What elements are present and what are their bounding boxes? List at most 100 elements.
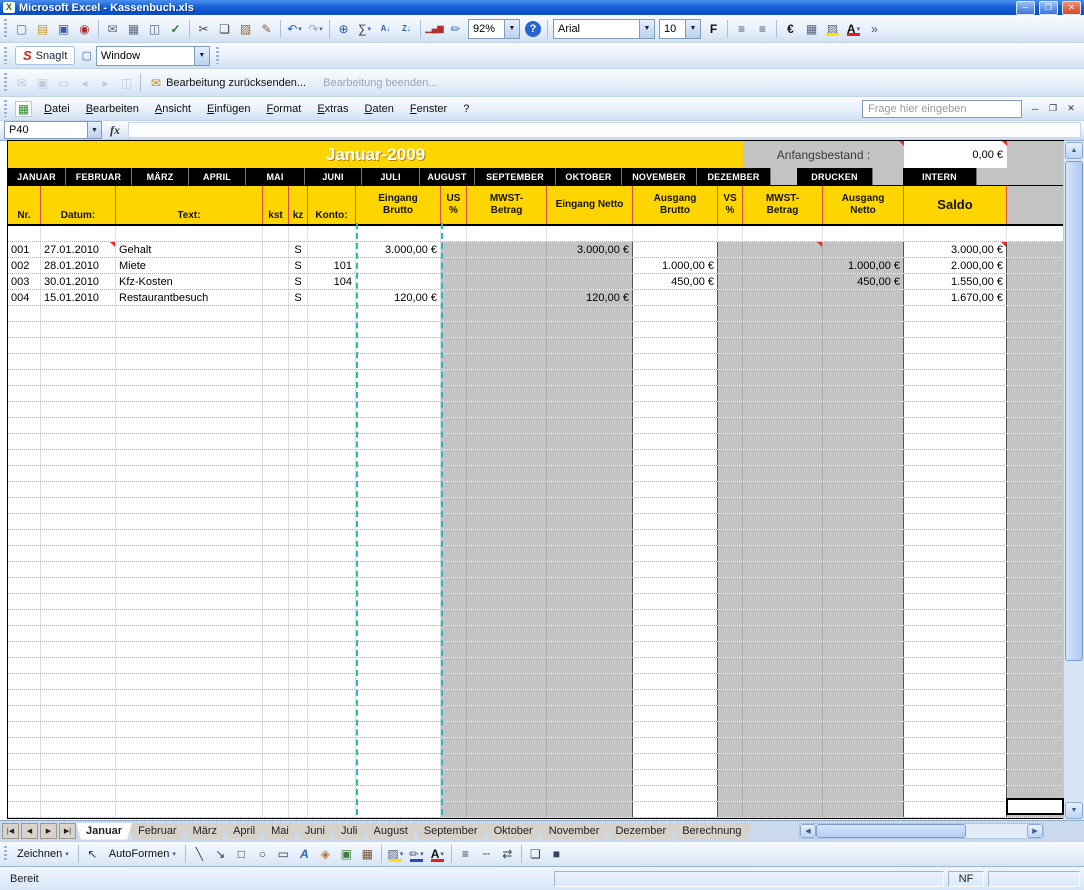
cell-kst[interactable] [263,722,289,737]
cell-aus_netto[interactable] [823,610,904,625]
menu-bearbeiten[interactable]: Bearbeiten [78,100,147,118]
cell-mwst2[interactable] [743,466,823,481]
cell-aus_brutto[interactable]: 450,00 € [633,274,718,289]
month-button-juni[interactable]: JUNI [305,168,362,185]
cell-mwst1[interactable] [467,786,547,801]
cell-mwst1[interactable] [467,802,547,817]
cell-datum[interactable] [41,626,116,641]
cell-ein_brutto[interactable] [356,770,441,785]
cell-datum[interactable] [41,642,116,657]
cell-ein_brutto[interactable] [356,802,441,817]
cell-datum[interactable] [41,722,116,737]
cell-mwst2[interactable] [743,354,823,369]
cell-ein_netto[interactable] [547,690,633,705]
cell-text[interactable] [116,658,263,673]
cell-kz[interactable] [289,594,308,609]
cell-text[interactable] [116,354,263,369]
cell-aus_netto[interactable] [823,594,904,609]
cell-kst[interactable] [263,594,289,609]
arrow-icon[interactable]: ↘ [211,845,230,864]
cell-kst[interactable] [263,690,289,705]
cell-saldo[interactable] [904,370,1007,385]
cell-text[interactable] [116,466,263,481]
diagram-icon[interactable]: ◈ [316,845,335,864]
cell-mwst2[interactable] [743,786,823,801]
cell-saldo[interactable] [904,514,1007,529]
cell-ein_brutto[interactable] [356,434,441,449]
clipart-icon[interactable]: ▣ [337,845,356,864]
cell-datum[interactable] [41,354,116,369]
cell-us[interactable] [441,322,467,337]
cell-mwst1[interactable] [467,338,547,353]
permission-icon[interactable]: ◉ [75,19,94,38]
mail-icon[interactable]: ✉ [103,19,122,38]
cell-kz[interactable] [289,482,308,497]
cell-kz[interactable] [289,562,308,577]
cell-mwst2[interactable] [743,722,823,737]
cell-text[interactable] [116,754,263,769]
send-back-editing-button[interactable]: ✉ Bearbeitung zurücksenden... [144,74,313,92]
cell-kst[interactable] [263,402,289,417]
scroll-right-icon[interactable]: ▶ [1027,824,1043,838]
cell-kz[interactable] [289,738,308,753]
month-button-november[interactable]: NOVEMBER [622,168,697,185]
cell-ein_brutto[interactable] [356,706,441,721]
cell-datum[interactable] [41,306,116,321]
cell-ein_brutto[interactable] [356,354,441,369]
cell-kz[interactable] [289,226,308,241]
cell-datum[interactable] [41,338,116,353]
cell-nr[interactable] [8,786,41,801]
cell-us[interactable] [441,754,467,769]
print-preview-icon[interactable]: ◫ [145,19,164,38]
cell-mwst1[interactable] [467,674,547,689]
snagit-mode-combo[interactable]: Window ▼ [96,46,210,66]
cell-vs[interactable] [718,434,743,449]
month-button-januar[interactable]: JANUAR [8,168,66,185]
cell-text[interactable] [116,322,263,337]
cell-konto[interactable] [308,546,356,561]
cell-text[interactable] [116,674,263,689]
name-box[interactable]: P40 ▼ [4,121,102,139]
cell-kst[interactable] [263,498,289,513]
cell-us[interactable] [441,482,467,497]
cell-mwst1[interactable] [467,770,547,785]
cell-us[interactable] [441,338,467,353]
cell-ein_brutto[interactable] [356,754,441,769]
cell-saldo[interactable] [904,450,1007,465]
cell-right[interactable] [1007,466,1063,481]
cell-kz[interactable] [289,690,308,705]
cell-aus_brutto[interactable] [633,786,718,801]
cell-aus_netto[interactable] [823,434,904,449]
anfangsbestand-value-cell[interactable]: 0,00 € [904,141,1007,168]
cell-ein_netto[interactable] [547,658,633,673]
cell-konto[interactable] [308,738,356,753]
menu-daten[interactable]: Daten [357,100,402,118]
paste-icon[interactable]: ▨ [236,19,255,38]
cell-konto[interactable] [308,322,356,337]
cell-kst[interactable] [263,562,289,577]
cell-vs[interactable] [718,498,743,513]
cell-vs[interactable] [718,754,743,769]
cell-aus_netto[interactable] [823,242,904,257]
cell-right[interactable] [1007,338,1063,353]
sheet-tab-dezember[interactable]: Dezember [605,823,676,840]
cell-ein_brutto[interactable] [356,514,441,529]
cell-aus_netto[interactable] [823,642,904,657]
cell-right[interactable] [1007,530,1063,545]
cell-ein_brutto[interactable] [356,466,441,481]
cell-text[interactable] [116,386,263,401]
cell-kz[interactable] [289,610,308,625]
cell-kz[interactable] [289,658,308,673]
cell-konto[interactable] [308,562,356,577]
cell-kst[interactable] [263,434,289,449]
cell-aus_netto[interactable] [823,498,904,513]
cell-mwst2[interactable] [743,610,823,625]
cell-kst[interactable] [263,466,289,481]
cell-mwst2[interactable] [743,658,823,673]
cell-ein_brutto[interactable] [356,722,441,737]
cell-vs[interactable] [718,802,743,817]
cell-ein_netto[interactable] [547,578,633,593]
cell-mwst1[interactable] [467,226,547,241]
cell-right[interactable] [1007,738,1063,753]
cell-kz[interactable] [289,434,308,449]
